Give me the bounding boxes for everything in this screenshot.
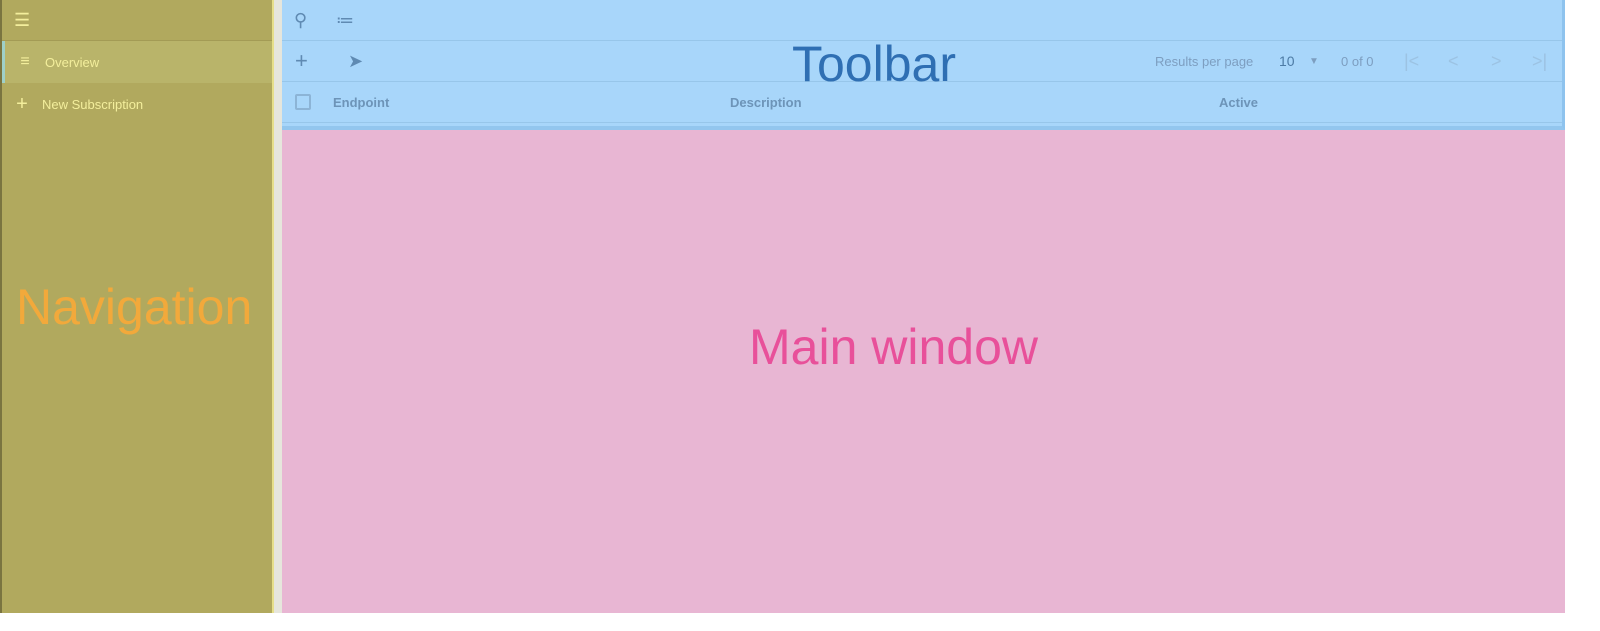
prev-page-icon[interactable]: < (1448, 51, 1459, 72)
page-range: 0 of 0 (1341, 53, 1374, 69)
send-icon[interactable]: ➤ (348, 51, 363, 72)
main-window: Main window (282, 130, 1565, 613)
search-icon[interactable]: ⚲ (294, 10, 307, 31)
divider (274, 0, 282, 613)
list-search-icon: ≡ (20, 53, 30, 70)
table-header: Endpoint Description Active (282, 82, 1562, 123)
sidebar-item-new-subscription[interactable]: + New Subscription (2, 83, 272, 125)
tune-icon[interactable]: ≔ (336, 10, 354, 31)
plus-icon: + (16, 92, 28, 115)
column-active[interactable]: Active (1219, 95, 1258, 110)
sidebar-item-label: New Subscription (42, 96, 144, 112)
last-page-icon[interactable]: >| (1532, 51, 1547, 72)
plus-icon[interactable]: + (295, 48, 308, 74)
results-per-page-select[interactable]: 10 (1279, 53, 1295, 69)
column-endpoint[interactable]: Endpoint (333, 95, 389, 110)
next-page-icon[interactable]: > (1491, 51, 1502, 72)
toolbar: ⚲ ≔ + ➤ Toolbar Results per page 10 ▼ 0 … (282, 0, 1565, 130)
chevron-down-icon[interactable]: ▼ (1309, 56, 1319, 67)
first-page-icon[interactable]: |< (1404, 51, 1419, 72)
sidebar-item-overview[interactable]: ≡ Overview (2, 41, 272, 83)
hamburger-icon[interactable]: ☰ (14, 10, 30, 31)
main-region-label: Main window (749, 319, 1039, 375)
navigation-panel: ☰ ≡ Overview + New Subscription Navigati… (0, 0, 274, 613)
column-description[interactable]: Description (730, 95, 802, 110)
results-per-page-label: Results per page (1155, 53, 1254, 69)
navigation-region-label: Navigation (16, 279, 253, 335)
select-all-checkbox[interactable] (295, 94, 311, 110)
sidebar-item-label: Overview (45, 54, 100, 70)
